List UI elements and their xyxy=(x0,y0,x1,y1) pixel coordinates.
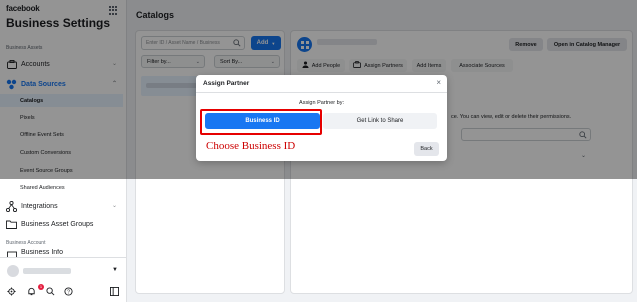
get-link-button[interactable]: Get Link to Share xyxy=(323,113,437,129)
sidebar-divider xyxy=(0,257,127,258)
info-icon xyxy=(6,249,17,257)
sidebar-subitem-shared-audiences[interactable]: Shared Audiences xyxy=(0,181,123,194)
assign-by-label: Assign Partner by: xyxy=(299,100,344,106)
chevron-down-icon: ⌄ xyxy=(111,203,117,209)
avatar[interactable] xyxy=(7,265,19,277)
svg-text:?: ? xyxy=(67,289,70,295)
annotation-highlight-box xyxy=(200,109,322,135)
collapse-sidebar-icon[interactable] xyxy=(109,286,119,296)
sidebar-footer: 1 ? xyxy=(6,284,120,298)
help-icon[interactable]: ? xyxy=(63,286,73,296)
dialog-title: Assign Partner xyxy=(203,80,250,87)
sidebar-item-label: Business Info xyxy=(21,249,64,256)
business-name-redacted xyxy=(23,268,71,274)
folder-icon xyxy=(6,219,17,230)
dialog-divider xyxy=(196,92,447,93)
gear-icon[interactable] xyxy=(6,286,16,296)
bell-icon[interactable] xyxy=(26,286,36,296)
notification-badge: 1 xyxy=(38,284,44,290)
assign-partner-dialog: Assign Partner × Assign Partner by: Busi… xyxy=(196,75,447,161)
search-icon[interactable] xyxy=(45,286,55,296)
close-icon[interactable]: × xyxy=(436,78,441,87)
integrations-icon xyxy=(6,201,17,212)
sidebar-item-label: Integrations xyxy=(21,203,58,210)
section-business-account: Business Account xyxy=(6,240,46,246)
caret-down-icon[interactable]: ▼ xyxy=(112,267,118,273)
sidebar-item-integrations[interactable]: Integrations ⌄ xyxy=(0,199,123,214)
sidebar-item-label: Business Asset Groups xyxy=(21,221,94,228)
sidebar-item-business-info[interactable]: Business Info xyxy=(0,249,123,257)
annotation-text: Choose Business ID xyxy=(206,140,296,152)
back-button[interactable]: Back xyxy=(414,142,439,156)
sidebar-item-business-asset-groups[interactable]: Business Asset Groups xyxy=(0,217,123,232)
